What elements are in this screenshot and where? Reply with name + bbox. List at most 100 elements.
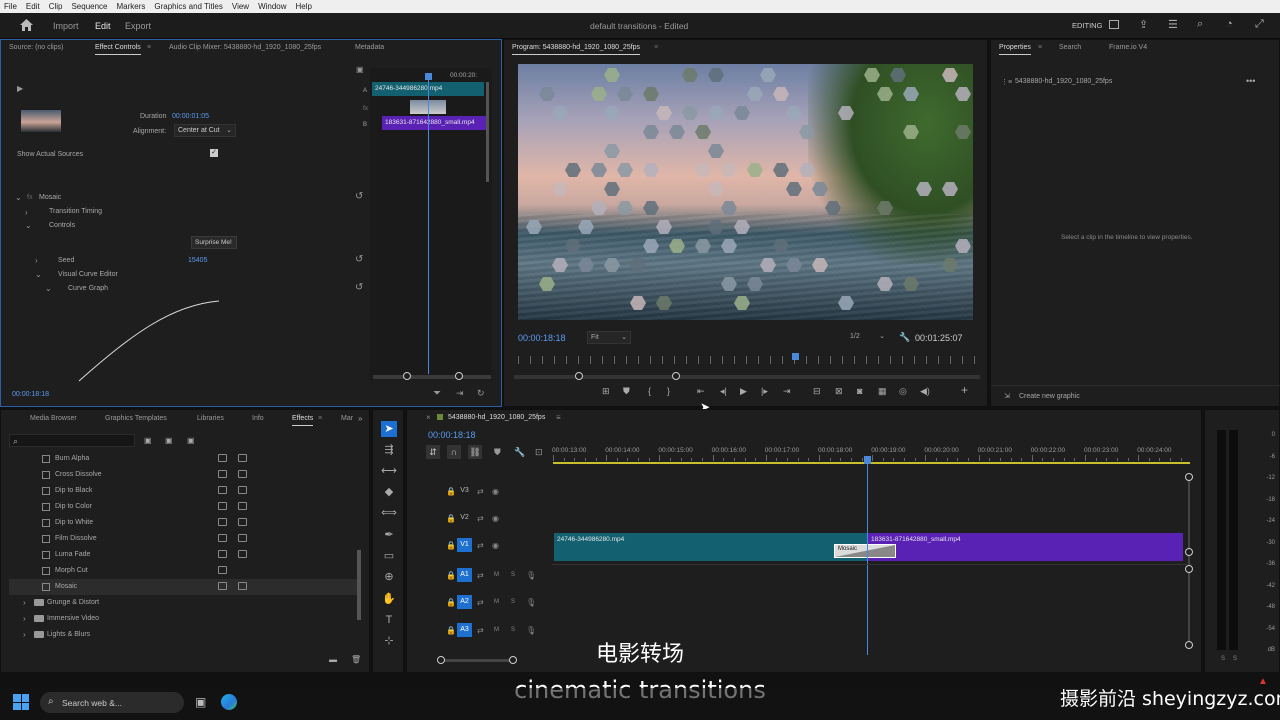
chevron-down-icon[interactable]: ⌄ [25,221,32,230]
effect-item[interactable]: Burn Alpha [9,451,361,467]
ripple-edit-icon[interactable]: ⟷ [381,463,397,479]
program-playhead[interactable] [792,353,799,360]
workspace-label[interactable]: EDITING [1072,21,1102,30]
lock-icon[interactable]: 🔒 [446,571,456,580]
menu-sequence[interactable]: Sequence [71,2,107,11]
track-target-a3[interactable]: A3 [457,623,472,637]
menu-markers[interactable]: Markers [117,2,146,11]
track-header-a1[interactable]: 🔒 A1 ⇄ M S 🎙 [418,562,552,590]
effect-item[interactable]: Morph Cut [9,563,361,579]
import-tab[interactable]: Import [53,21,79,31]
show-sources-checkbox[interactable]: ✓ [210,149,218,157]
nest-icon[interactable]: ⇵ [426,445,440,459]
mark-in-icon[interactable]: { [648,386,651,396]
tab-frameio[interactable]: Frame.io V4 [1109,44,1147,51]
eye-icon[interactable]: ◉ [492,487,499,496]
program-title[interactable]: Program: 5438880-hd_1920_1080_25fps [512,44,641,55]
audio-icon[interactable]: ◀) [920,386,930,397]
chevron-down-icon[interactable]: ⌄ [15,193,22,202]
track-header-v2[interactable]: 🔒 V2 ⇄ ◉ [418,505,552,533]
tab-effects[interactable]: Effects [292,415,314,426]
step-forward-icon[interactable]: |▸ [761,386,768,397]
windows-start-icon[interactable] [13,694,29,710]
chevron-down-icon[interactable]: ⌄ [35,270,42,279]
timeline-title[interactable]: 5438880-hd_1920_1080_25fps [448,414,545,421]
type-tool-icon[interactable]: T [381,612,397,628]
program-time-ruler[interactable] [518,356,978,364]
tab-audio-mixer[interactable]: Audio Clip Mixer: 5438880-hd_1920_1080_2… [169,44,321,51]
tab-libraries[interactable]: Libraries [197,415,224,422]
32bit-filter-icon[interactable]: ▣ [165,436,173,445]
linked-selection-icon[interactable]: ⛓ [468,445,482,459]
captions-icon[interactable]: ⊡ [535,447,543,458]
microphone-icon[interactable]: 🎙 [526,626,536,635]
effect-item[interactable]: Dip to White [9,515,361,531]
fullscreen-icon[interactable]: ⤢ [1255,18,1264,31]
export-icon[interactable]: ⇥ [456,388,464,399]
effect-folder[interactable]: › Immersive Video [9,611,361,627]
surprise-me-button[interactable]: Surprise Me! [191,236,237,249]
mark-out-icon[interactable]: } [667,386,670,396]
yuv-filter-icon[interactable]: ▣ [187,436,195,445]
queue-icon[interactable]: ☰ [1168,18,1178,31]
seed-value[interactable]: 15405 [188,257,207,264]
track-target-v2[interactable]: V2 [457,511,472,525]
panel-menu-icon[interactable]: ≡ [147,44,151,51]
more-tabs-icon[interactable]: » [358,414,362,423]
chevron-right-icon[interactable]: › [25,208,28,217]
menu-window[interactable]: Window [258,2,286,11]
work-area-bar[interactable] [553,462,1190,464]
filter-icon[interactable]: ⏷ [433,388,441,399]
effects-search-input[interactable]: ⌕ [9,434,135,447]
comparison-icon[interactable]: ▦ [878,386,887,397]
mute-icon[interactable]: M [494,627,499,633]
lock-icon[interactable]: 🔒 [446,541,456,550]
razor-icon[interactable]: ◆ [381,484,397,500]
tab-markers[interactable]: Mar [341,415,353,422]
reset-all-icon[interactable]: ↻ [477,388,485,399]
menu-file[interactable]: File [4,2,17,11]
zoom-handle-right[interactable] [455,372,463,380]
lock-icon[interactable]: 🔒 [446,487,456,496]
slip-icon[interactable]: ⟺ [381,505,397,521]
panel-toggle-icon[interactable]: ▣ [356,65,364,74]
solo-icon[interactable]: S [511,572,515,578]
sync-lock-icon[interactable]: ⇄ [477,541,484,550]
effect-item[interactable]: Dip to Color [9,499,361,515]
selection-tool-icon[interactable]: ➤ [381,421,397,437]
more-options-icon[interactable]: ••• [1246,76,1255,86]
sync-lock-icon[interactable]: ⇄ [477,598,484,607]
timeline-clip-1[interactable]: 24746-344986280.mp4 [554,533,868,561]
snap-icon[interactable]: ∩ [447,445,461,459]
rectangle-icon[interactable]: ▭ [381,548,397,564]
mosaic-transition[interactable]: Mosaic [834,544,896,558]
tab-metadata[interactable]: Metadata [355,44,384,51]
add-marker-icon[interactable]: ⛊ [494,447,501,458]
vscroll-handle[interactable] [1185,473,1193,481]
mini-playhead-handle[interactable] [425,73,432,80]
zoom-handle-left[interactable] [403,372,411,380]
track-target-v3[interactable]: V3 [457,484,472,498]
vscroll-handle[interactable] [1185,548,1193,556]
fx-icon[interactable]: fx [27,194,32,201]
export-tab[interactable]: Export [125,21,151,31]
sync-lock-icon[interactable]: ⇄ [477,571,484,580]
zoom-tool-icon[interactable]: ⊕ [381,569,397,585]
program-video-frame[interactable] [518,64,973,320]
track-header-a2[interactable]: 🔒 A2 ⇄ M S 🎙 [418,589,552,617]
lock-icon[interactable]: 🔒 [446,598,456,607]
alignment-dropdown[interactable]: Center at Cut ⌄ [174,124,236,137]
mute-icon[interactable]: M [494,599,499,605]
hand-icon[interactable]: ✋ [381,591,397,607]
effect-item[interactable]: Mosaic [9,579,361,595]
zoom-handle-right[interactable] [672,372,680,380]
sync-lock-icon[interactable]: ⇄ [477,514,484,523]
workspaces-icon[interactable] [1109,20,1119,29]
tab-info[interactable]: Info [252,415,264,422]
mini-scrollbar[interactable] [486,82,489,182]
tab-search[interactable]: Search [1059,44,1081,51]
overwrite-icon[interactable]: ⊠ [835,386,843,397]
effect-item[interactable]: Film Dissolve [9,531,361,547]
tab-source[interactable]: Source: (no clips) [9,44,63,51]
duration-value[interactable]: 00:00:01:05 [172,113,209,120]
